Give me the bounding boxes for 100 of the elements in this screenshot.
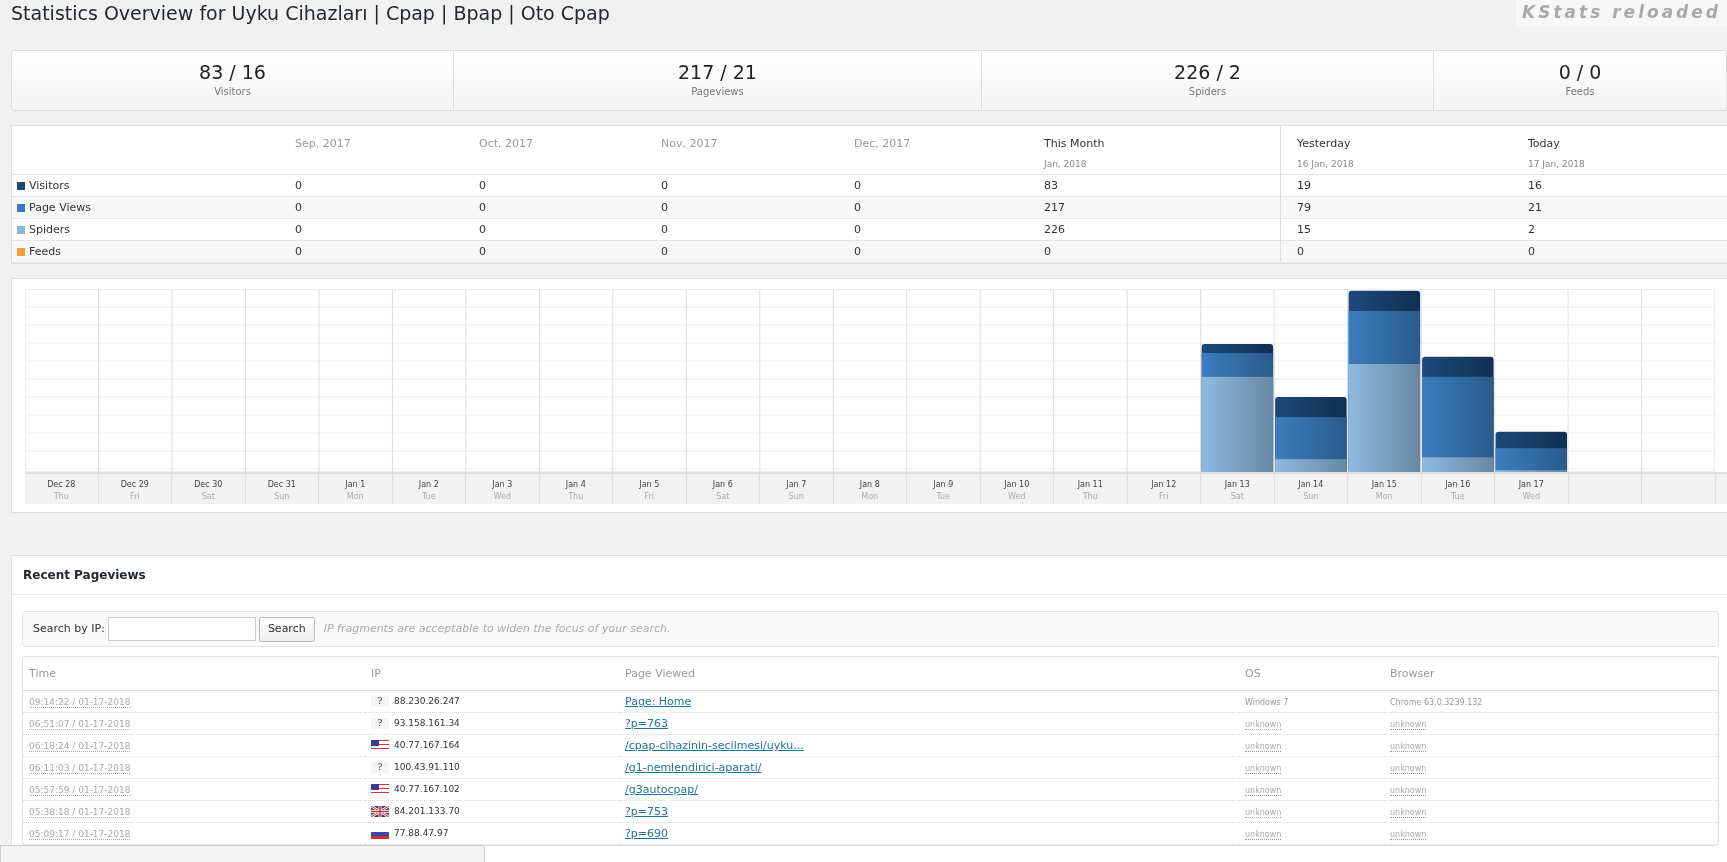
axis-label: Jan 6 Sat [711, 480, 734, 503]
table-cell: 0 [1044, 245, 1051, 258]
flag-icon [371, 740, 389, 751]
timestamp: 06:11:03 / 01-17-2018 [29, 763, 131, 774]
browser-name: unknown [1390, 764, 1427, 774]
column-header: IP [371, 667, 381, 680]
table-cell: 0 [854, 223, 861, 236]
ip-address: 93.158.161.34 [394, 717, 460, 730]
table-cell: 0 [295, 179, 302, 192]
table-cell: 0 [295, 201, 302, 214]
column-subheader: 17 Jan, 2018 [1528, 157, 1586, 171]
axis-label: Jan 12 Fri [1150, 480, 1178, 503]
page-title: Statistics Overview for Uyku Cihazları | Cpap | Bpap | Oto Cpap [11, 1, 610, 26]
os-name: unknown [1245, 742, 1282, 752]
column-header: Today [1528, 136, 1561, 152]
table-cell: 0 [854, 245, 861, 258]
stat-label: Spiders [1188, 85, 1227, 99]
browser-name: unknown [1390, 786, 1427, 796]
stat-value: 226 / 2 [1174, 60, 1241, 84]
row-label: Feeds [29, 244, 61, 260]
axis-label: Jan 2 Tue [417, 480, 440, 503]
axis-label: Jan 4 Thu [564, 480, 587, 503]
table-cell: 16 [1528, 179, 1542, 192]
column-subheader: 16 Jan, 2018 [1297, 157, 1355, 171]
browser-name: unknown [1390, 830, 1427, 840]
table-cell: 0 [661, 245, 668, 258]
search-button[interactable]: Search [258, 616, 315, 642]
axis-label: Jan 13 Sat [1223, 480, 1251, 503]
table-cell: 0 [295, 245, 302, 258]
search-field[interactable] [107, 617, 256, 641]
axis-label: Jan 7 Sun [785, 480, 808, 503]
timestamp: 09:14:22 / 01-17-2018 [29, 697, 131, 708]
axis-label: Jan 11 Thu [1076, 480, 1104, 503]
axis-label: Jan 16 Tue [1444, 480, 1472, 503]
column-header: Oct, 2017 [479, 136, 534, 152]
browser-name: unknown [1390, 808, 1427, 818]
unknown-flag: ? [371, 762, 389, 773]
hint-text: IP fragments are acceptable to widen the focus of your search. [323, 620, 671, 637]
unknown-flag: ? [371, 696, 389, 707]
row-label: Page Views [29, 200, 91, 216]
flag-icon [371, 784, 389, 795]
table-cell: 0 [854, 179, 861, 192]
column-header: Nov, 2017 [661, 136, 719, 152]
table-cell: 21 [1528, 201, 1542, 214]
page-link[interactable]: /g1-nemlendirici-aparati/ [625, 761, 762, 774]
browser-name: unknown [1390, 720, 1427, 730]
column-header: Time [29, 667, 56, 680]
axis-label: Jan 9 Tue [932, 480, 955, 503]
page-link[interactable]: ?p=753 [625, 805, 669, 818]
page-link[interactable]: Page: Home [625, 695, 692, 708]
row-label: Spiders [29, 222, 71, 238]
timestamp: 06:51:07 / 01-17-2018 [29, 719, 131, 730]
column-header: Dec, 2017 [854, 136, 912, 152]
stat-value: 217 / 21 [678, 60, 757, 84]
stat-label: Visitors [214, 85, 251, 99]
axis-label: Jan 1 Mon [344, 480, 367, 503]
unknown-flag: ? [371, 718, 389, 729]
os-name: unknown [1245, 720, 1282, 730]
table-cell: 79 [1297, 201, 1311, 214]
row-label: Visitors [29, 178, 70, 194]
axis-label: Jan 15 Mon [1370, 480, 1398, 503]
page-link[interactable]: /g3autocpap/ [625, 783, 698, 796]
ip-address: 84.201.133.70 [394, 805, 460, 818]
axis-label: Jan 17 Wed [1517, 480, 1545, 503]
logo: KStats reloaded [1516, 0, 1727, 26]
table-cell: 0 [661, 223, 668, 236]
table-cell: 0 [661, 201, 668, 214]
column-header: This Month [1044, 136, 1106, 152]
column-header: Sep, 2017 [295, 136, 352, 152]
page-link[interactable]: /cpap-cihazinin-secilmesi/uyku... [625, 739, 804, 752]
axis-label: Jan 14 Sun [1297, 480, 1325, 503]
ip-address: 100.43.91.110 [394, 761, 460, 774]
axis-label: Dec 29 Fri [119, 480, 150, 503]
page-link[interactable]: ?p=690 [625, 827, 669, 840]
column-subheader: Jan, 2018 [1044, 157, 1088, 171]
axis-label: Dec 31 Sun [266, 480, 297, 503]
os-name: unknown [1245, 830, 1282, 840]
browser-name: Chrome 63.0.3239.132 [1390, 698, 1483, 707]
ip-address: 77.88.47.97 [394, 827, 449, 840]
table-cell: 217 [1044, 201, 1065, 214]
stat-value: 0 / 0 [1558, 60, 1602, 84]
stat-label: Feeds [1565, 85, 1595, 99]
axis-label: Jan 8 Mon [858, 480, 881, 503]
timestamp: 05:57:59 / 01-17-2018 [29, 785, 131, 796]
timestamp: 06:18:24 / 01-17-2018 [29, 741, 131, 752]
os-name: Windows 7 [1245, 698, 1289, 707]
timestamp: 05:09:17 / 01-17-2018 [29, 829, 131, 840]
table-cell: 0 [1297, 245, 1304, 258]
table-cell: 226 [1044, 223, 1065, 236]
table-cell: 0 [479, 179, 486, 192]
column-header: OS [1245, 667, 1261, 680]
table-cell: 15 [1297, 223, 1311, 236]
axis-label: Dec 30 Sat [193, 480, 224, 503]
page-link[interactable]: ?p=763 [625, 717, 669, 730]
table-cell: 83 [1044, 179, 1058, 192]
ip-address: 40.77.167.164 [394, 739, 460, 752]
timestamp: 05:38:18 / 01-17-2018 [29, 807, 131, 818]
column-header: Page Viewed [625, 667, 695, 680]
column-header: Browser [1390, 667, 1435, 680]
table-cell: 19 [1297, 179, 1311, 192]
